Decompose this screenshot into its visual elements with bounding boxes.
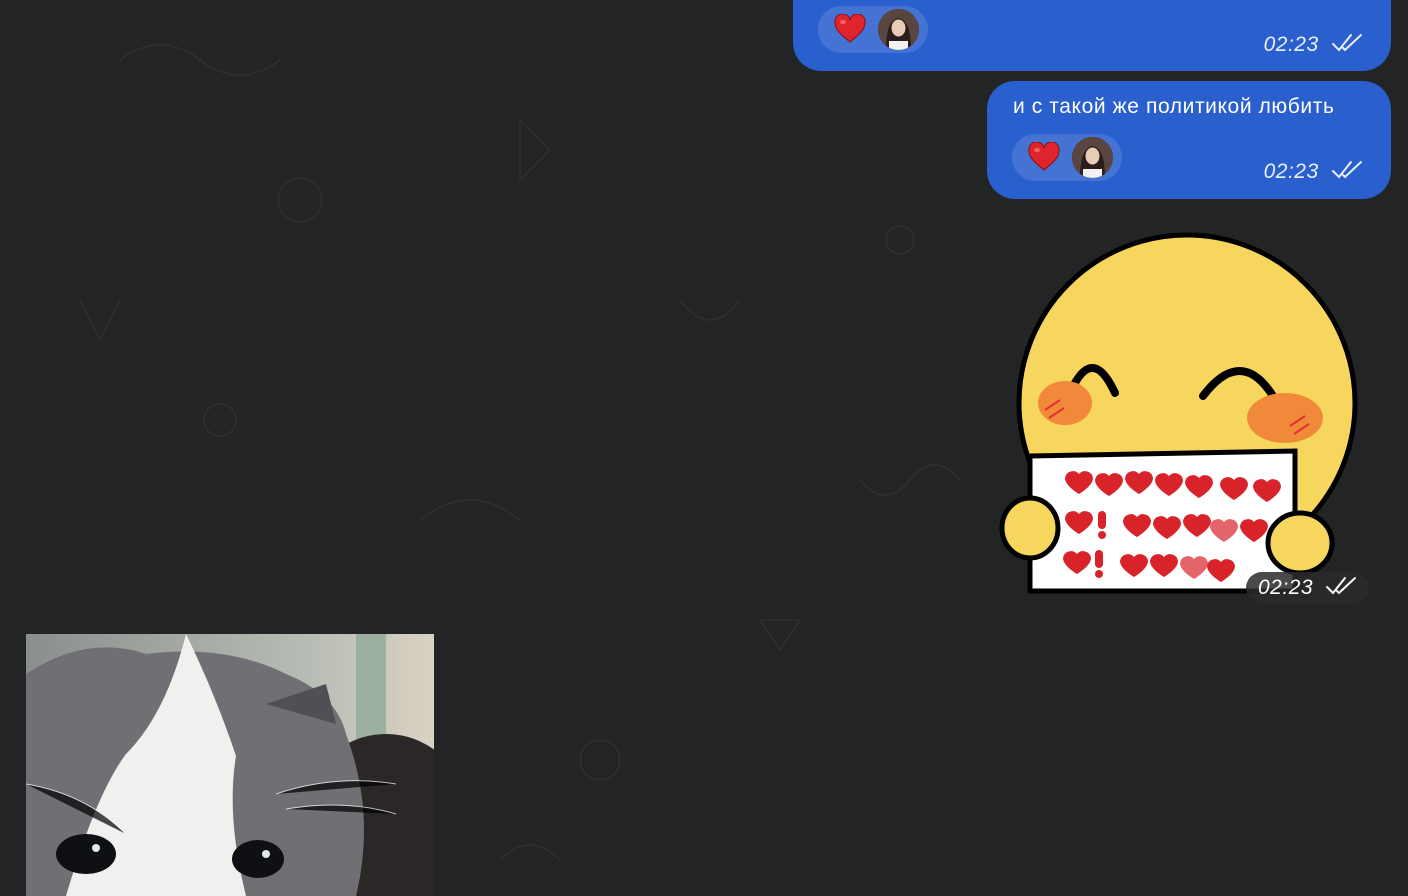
sticker-time: 02:23 [1246, 572, 1370, 604]
outgoing-message-bubble[interactable]: 02:23 [793, 0, 1391, 71]
smiley-sticker-icon[interactable] [995, 228, 1365, 598]
heart-icon [834, 14, 866, 43]
reaction-chip[interactable] [1012, 134, 1122, 181]
avatar[interactable] [1072, 137, 1113, 178]
message-time: 02:23 [1264, 160, 1363, 184]
kitten-photo[interactable] [26, 634, 434, 896]
double-check-icon [1332, 161, 1362, 179]
heart-icon [1028, 142, 1060, 171]
outgoing-message-bubble[interactable]: и с такой же политикой любить 02:23 [987, 81, 1391, 199]
message-time: 02:23 [1264, 33, 1363, 57]
double-check-icon [1326, 577, 1357, 595]
avatar[interactable] [878, 9, 919, 50]
double-check-icon [1332, 34, 1362, 52]
reaction-chip[interactable] [818, 6, 928, 53]
message-text: и с такой же политикой любить [1013, 95, 1335, 118]
